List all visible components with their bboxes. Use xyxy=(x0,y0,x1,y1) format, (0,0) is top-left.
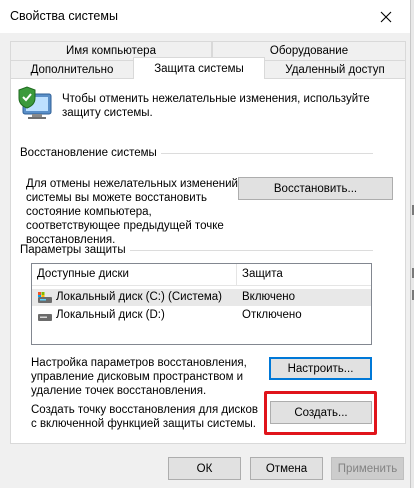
configure-description: Настройка параметров восстановления, упр… xyxy=(31,357,247,397)
configure-button[interactable]: Настроить... xyxy=(269,357,372,380)
window-edge xyxy=(410,0,414,488)
tab-remote[interactable]: Удаленный доступ xyxy=(264,60,406,79)
restore-description: Для отмены нежелательных изменений систе… xyxy=(26,178,238,246)
system-protection-icon xyxy=(18,86,52,119)
ok-button[interactable]: ОК xyxy=(168,457,241,480)
drive-status: Отключено xyxy=(242,309,302,321)
window-title: Свойства системы xyxy=(10,9,118,23)
button-label: Отмена xyxy=(265,462,308,475)
tab-label: Удаленный доступ xyxy=(285,64,385,76)
title-bar: Свойства системы xyxy=(0,0,414,33)
create-highlight-box xyxy=(264,391,377,435)
tab-label: Защита системы xyxy=(154,62,244,75)
close-button[interactable] xyxy=(376,7,396,27)
tab-label: Дополнительно xyxy=(30,64,114,76)
button-label: Настроить... xyxy=(287,362,354,375)
tab-system-protection[interactable]: Защита системы xyxy=(133,57,265,79)
create-description: Создать точку восстановления для дисков … xyxy=(31,404,258,430)
button-label: Применить xyxy=(337,462,398,475)
button-label: Восстановить... xyxy=(273,182,358,195)
drive-name: Локальный диск (D:) xyxy=(56,309,165,321)
restore-group-label: Восстановление системы xyxy=(20,147,161,159)
drives-list[interactable]: Доступные диски Защита Локальный диск (C… xyxy=(31,263,372,345)
intro-text: Чтобы отменить нежелательные изменения, … xyxy=(62,93,370,119)
column-divider[interactable] xyxy=(236,264,237,286)
drive-icon xyxy=(38,314,52,321)
column-header-drives[interactable]: Доступные диски xyxy=(37,268,129,280)
list-header: Доступные диски Защита xyxy=(32,264,371,286)
close-icon xyxy=(380,11,392,23)
tab-label: Оборудование xyxy=(269,45,349,57)
cancel-button[interactable]: Отмена xyxy=(250,457,323,480)
protection-group-label: Параметры защиты xyxy=(20,244,130,256)
column-header-protection[interactable]: Защита xyxy=(242,268,283,280)
table-row[interactable]: Локальный диск (D:) Отключено xyxy=(32,307,371,324)
restore-button[interactable]: Восстановить... xyxy=(238,177,393,200)
button-label: ОК xyxy=(196,462,213,475)
table-row[interactable]: Локальный диск (C:) (Система) Включено xyxy=(32,289,371,306)
drive-name: Локальный диск (C:) (Система) xyxy=(56,291,222,303)
tab-label: Имя компьютера xyxy=(66,45,156,57)
system-drive-icon xyxy=(38,292,52,303)
apply-button[interactable]: Применить xyxy=(331,457,404,480)
drive-status: Включено xyxy=(242,291,296,303)
tab-advanced[interactable]: Дополнительно xyxy=(10,60,134,79)
